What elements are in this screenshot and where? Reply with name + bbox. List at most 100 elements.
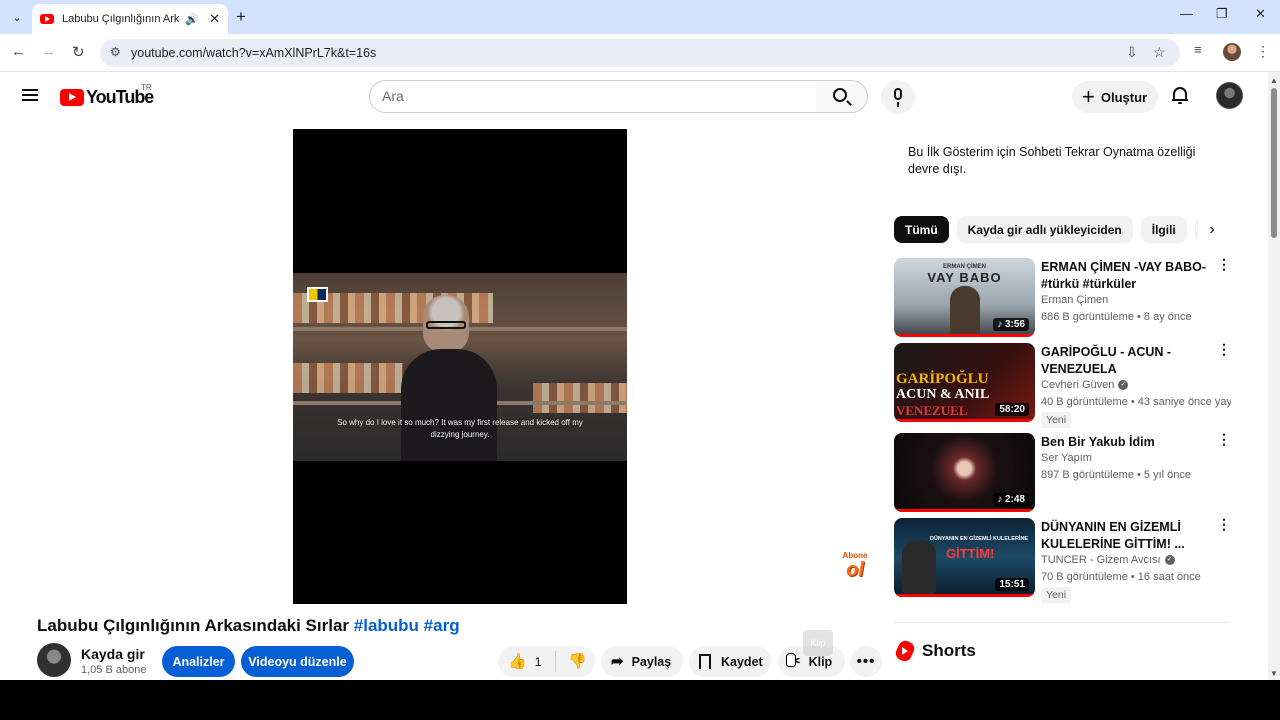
youtube-play-icon [60, 89, 84, 106]
like-dislike-group: 👍 1 👎 [498, 646, 595, 677]
search-icon [833, 88, 847, 102]
channel-name[interactable]: Kayda gir [81, 646, 145, 662]
like-count: 1 [534, 654, 542, 669]
dislike-button[interactable]: 👎 [556, 654, 587, 669]
more-options-icon[interactable]: ⋮ [1217, 342, 1231, 356]
browser-tab[interactable]: Labubu Çılgınlığının Arkasındaki Sırlar … [32, 4, 228, 34]
youtube-logo[interactable]: YouTube [60, 87, 154, 108]
recommendation-title[interactable]: ERMAN ÇİMEN -VAY BABO- #türkü #türküler … [1041, 259, 1213, 293]
duration-badge: 58:20 [995, 403, 1029, 416]
channel-logo-icon [307, 287, 328, 302]
new-tab-icon[interactable]: + [236, 7, 246, 27]
recommendation-item[interactable]: ERMAN ÇİMEN VAY BABO ♪ 3:56 ERMAN ÇİMEN … [894, 257, 1234, 338]
video-thumbnail[interactable]: ♪ 2:48 [894, 433, 1035, 512]
chip-all[interactable]: Tümü [894, 216, 949, 243]
scroll-down-icon[interactable]: ▼ [1270, 669, 1278, 678]
chevron-right-icon[interactable]: › [1198, 216, 1226, 243]
subscribe-watermark[interactable]: Abone ol [838, 551, 872, 585]
bookmark-icon [699, 654, 711, 671]
new-badge: Yeni [1041, 587, 1072, 603]
search-button[interactable] [816, 80, 868, 113]
search-input[interactable] [382, 88, 802, 104]
recommendation-item[interactable]: GARİPOĞLU ACUN & ANIL VENEZUEL 58:20 GAR… [894, 342, 1234, 428]
recommendation-title[interactable]: DÜNYANIN EN GİZEMLİ KULELERİNE GİTTİM! .… [1041, 519, 1213, 553]
recommendation-item[interactable]: DÜNYANIN EN GİZEMLİ KULELERİNE GİTTİM! 1… [894, 517, 1234, 603]
shorts-icon [893, 638, 917, 664]
thumbs-up-icon: 👍 [508, 653, 527, 670]
shorts-heading: Shorts [922, 641, 976, 660]
video-thumbnail[interactable]: ERMAN ÇİMEN VAY BABO ♪ 3:56 [894, 258, 1035, 337]
maximize-icon[interactable]: ❐ [1216, 6, 1228, 22]
recommendation-channel[interactable]: Ser Yapım [1041, 452, 1092, 464]
address-bar[interactable]: ⚙ youtube.com/watch?v=xAmXlNPrL7k&t=16s … [100, 39, 1180, 67]
clip-tooltip: Klip [803, 630, 833, 656]
browser-tab-strip: ⌄ Labubu Çılgınlığının Arkasındaki Sırla… [0, 0, 1280, 34]
scrollbar-thumb[interactable] [1271, 88, 1277, 238]
browser-profile-avatar[interactable] [1223, 43, 1241, 61]
bookmark-star-icon[interactable]: ☆ [1153, 44, 1166, 61]
site-settings-icon[interactable]: ⚙ [110, 45, 121, 59]
analytics-button[interactable]: Analizler [162, 646, 235, 677]
region-code: TR [141, 83, 152, 92]
video-thumbnail[interactable]: GARİPOĞLU ACUN & ANIL VENEZUEL 58:20 [894, 343, 1035, 422]
media-controls-icon[interactable]: ≡ [1194, 42, 1202, 57]
browser-menu-icon[interactable]: ⋮ [1256, 43, 1270, 60]
subscriber-count: 1,05 B abone [81, 664, 147, 676]
recommendation-meta: 897 B görüntüleme • 5 yıl önce [1041, 469, 1191, 481]
recommendation-meta: 686 B görüntüleme • 8 ay önce [1041, 311, 1192, 323]
reload-icon[interactable]: ↻ [72, 43, 85, 61]
recommendation-channel[interactable]: Erman Çimen [1041, 294, 1108, 306]
hashtag-link[interactable]: #arg [424, 616, 460, 635]
install-app-icon[interactable]: ⇩ [1126, 44, 1138, 61]
recommendation-channel[interactable]: TUNCER - Gizem Avcısı ✓ [1041, 554, 1175, 566]
menu-icon[interactable] [22, 89, 38, 101]
channel-avatar[interactable] [37, 643, 71, 677]
scroll-up-icon[interactable]: ▲ [1270, 76, 1278, 85]
page-scrollbar[interactable]: ▲ ▼ [1268, 72, 1280, 680]
minimize-icon[interactable]: — [1180, 6, 1193, 21]
share-button[interactable]: ➦ Paylaş [601, 646, 683, 677]
tab-search-chevron-icon[interactable]: ⌄ [6, 7, 28, 27]
duration-badge: 15:51 [995, 578, 1029, 591]
voice-search-button[interactable] [881, 80, 915, 114]
account-avatar[interactable] [1216, 82, 1243, 109]
plus-icon: + [1082, 84, 1095, 109]
video-player[interactable]: So why do I love it so much? It was my f… [293, 129, 627, 604]
create-label: Oluştur [1100, 89, 1148, 105]
microphone-icon [894, 88, 902, 107]
browser-toolbar: ← → ↻ ⚙ youtube.com/watch?v=xAmXlNPrL7k&… [0, 34, 1280, 72]
recommendation-title[interactable]: Ben Bir Yakub İdim [1041, 434, 1213, 451]
close-window-icon[interactable]: ✕ [1255, 6, 1266, 22]
save-button[interactable]: Kaydet [689, 646, 771, 677]
video-frame: So why do I love it so much? It was my f… [293, 273, 627, 461]
verified-icon: ✓ [1118, 380, 1129, 390]
create-button[interactable]: + Oluştur [1072, 81, 1158, 113]
edit-video-button[interactable]: Videoyu düzenle [241, 646, 354, 677]
notifications-bell-icon[interactable] [1172, 86, 1188, 104]
recommendation-channel[interactable]: Cevheri Güven ✓ [1041, 379, 1129, 391]
recommendation-meta: 40 B görüntüleme • 43 saniye önce yayın.… [1041, 396, 1231, 408]
more-actions-button[interactable]: ••• [850, 646, 882, 677]
video-thumbnail[interactable]: DÜNYANIN EN GİZEMLİ KULELERİNE GİTTİM! 1… [894, 518, 1035, 597]
filter-chips: Tümü Kayda gir adlı yükleyiciden İlgili … [894, 216, 1226, 243]
new-badge: Yeni [1041, 412, 1072, 428]
more-options-icon[interactable]: ⋮ [1217, 517, 1231, 531]
recommendation-title[interactable]: GARİPOĞLU - ACUN - VENEZUELA [1041, 344, 1213, 378]
youtube-favicon-icon [40, 14, 54, 24]
more-options-icon[interactable]: ⋮ [1217, 432, 1231, 446]
chip-related[interactable]: İlgili [1140, 216, 1187, 243]
back-icon[interactable]: ← [11, 43, 26, 60]
close-tab-icon[interactable]: ✕ [209, 11, 220, 27]
forward-icon[interactable]: → [41, 43, 56, 60]
hashtag-link[interactable]: #labubu [354, 616, 419, 635]
like-button[interactable]: 👍 1 [498, 651, 556, 672]
toy-shelf-bottom [293, 363, 403, 393]
divider [894, 622, 1230, 623]
chip-from-uploader[interactable]: Kayda gir adlı yükleyiciden [956, 216, 1133, 243]
search-box [369, 80, 817, 113]
chat-disabled-notice: Bu İlk Gösterim için Sohbeti Tekrar Oyna… [908, 145, 1196, 176]
recommendation-item[interactable]: ♪ 2:48 Ben Bir Yakub İdim Ser Yapım 897 … [894, 432, 1234, 513]
url-text[interactable]: youtube.com/watch?v=xAmXlNPrL7k&t=16s [131, 46, 376, 60]
speaker-icon[interactable]: 🔊 [185, 13, 199, 26]
more-options-icon[interactable]: ⋮ [1217, 257, 1231, 271]
